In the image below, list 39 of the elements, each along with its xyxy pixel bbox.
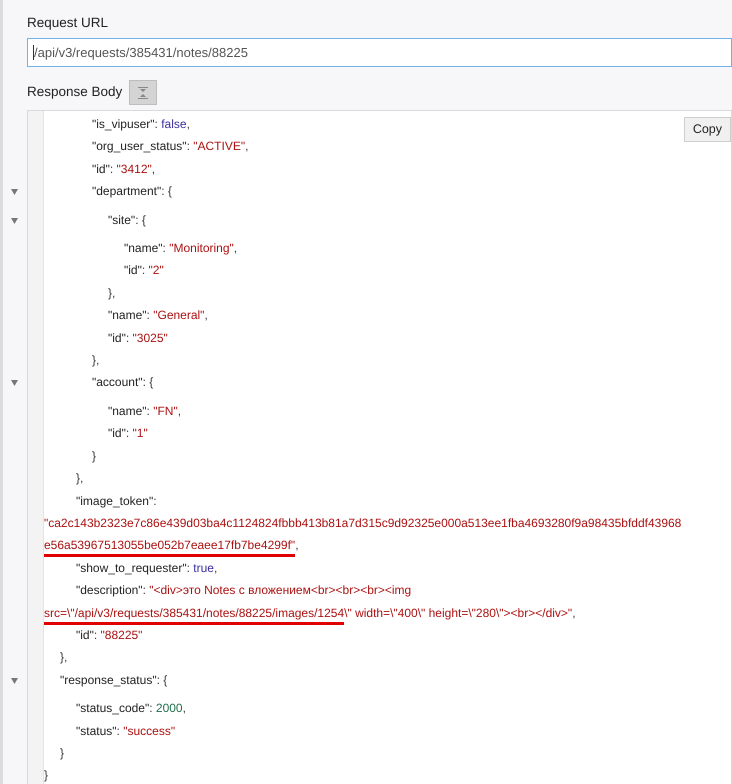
code-line: }, bbox=[76, 470, 84, 488]
code-line: "name": "General", bbox=[108, 307, 208, 324]
code-line: "id": "3025" bbox=[108, 330, 168, 347]
collapse-button[interactable] bbox=[129, 80, 158, 105]
code-line: "show_to_requester": true, bbox=[76, 560, 218, 577]
collapse-arrow-icon[interactable] bbox=[11, 218, 18, 224]
code-line: } bbox=[60, 744, 64, 762]
code-line: "is_vipuser": false, bbox=[92, 116, 190, 133]
request-url-field[interactable]: /api/v3/requests/385431/notes/88225 bbox=[27, 38, 732, 67]
code-line: "department": { bbox=[92, 183, 172, 200]
code-line: }, bbox=[60, 649, 68, 666]
code-line: "name": "FN", bbox=[108, 402, 182, 420]
collapse-arrow-icon[interactable] bbox=[11, 189, 18, 196]
code-line: "name": "Monitoring", bbox=[124, 240, 238, 258]
code-line: }, bbox=[92, 352, 100, 370]
code-line: "status_code": 2000, bbox=[76, 700, 186, 718]
code-line: "id": "88225" bbox=[76, 626, 142, 644]
code-line: "site": { bbox=[108, 212, 146, 229]
code-line: "ca2c143b2323e7c86e439d03ba4c1124824fbbb413b81a7d315c9d92325e000a513ee1fba4693280f9a98435bfddf43968 bbox=[44, 514, 682, 532]
code-line: "image_token": bbox=[76, 492, 157, 510]
code-line: "description": "<div>это Notes с вложением<br><br><br><img bbox=[76, 582, 412, 600]
code-line: } bbox=[92, 448, 96, 465]
collapse-arrow-icon[interactable] bbox=[11, 678, 18, 684]
code-line: "org_user_status": "ACTIVE", bbox=[92, 138, 248, 156]
code-line: "id": "3412", bbox=[92, 160, 156, 178]
code-line: "id": "1" bbox=[108, 425, 148, 442]
response-body-label: Response Body bbox=[27, 83, 122, 102]
code-line: src=\"/api/v3/requests/385431/notes/88225/images/1254\" width=\"400\" height=\"280\"><br></div>", bbox=[44, 602, 576, 624]
code-line: e56a53967513055be052b7eaee17fb7be4299f", bbox=[44, 534, 299, 557]
collapse-arrow-icon[interactable] bbox=[11, 380, 18, 386]
code-line: "account": { bbox=[92, 374, 154, 392]
code-line: "status": "success" bbox=[76, 722, 176, 740]
code-line: }, bbox=[108, 284, 116, 302]
code-line: "response_status": { bbox=[60, 672, 168, 689]
code-line: } bbox=[44, 767, 48, 784]
request-url-label: Request URL bbox=[27, 14, 110, 32]
copy-button[interactable]: Copy bbox=[684, 117, 731, 142]
code-line: "id": "2" bbox=[124, 262, 164, 280]
collapse-icon bbox=[138, 86, 148, 98]
